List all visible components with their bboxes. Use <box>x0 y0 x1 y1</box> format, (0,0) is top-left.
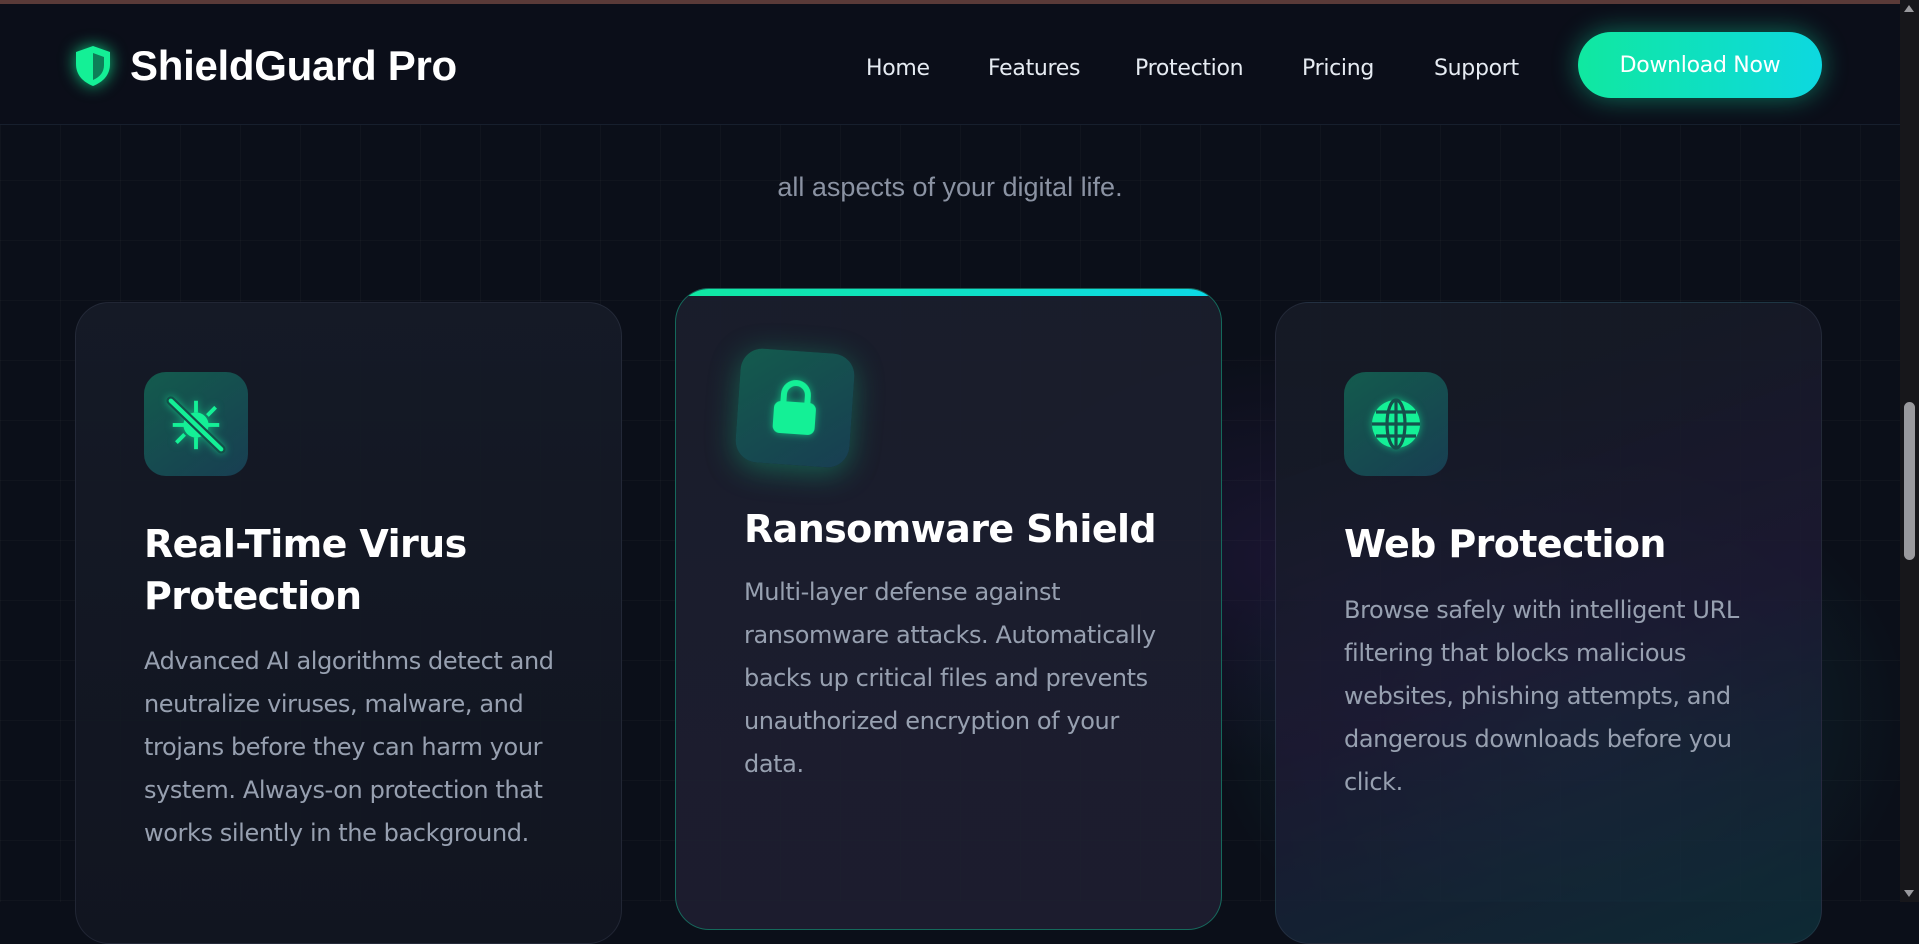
card-accent-bar <box>676 289 1221 296</box>
section-subtitle: all aspects of your digital life. <box>777 172 1123 202</box>
card-title: Ransomware Shield <box>744 507 1157 551</box>
scrollbar[interactable] <box>1900 0 1919 902</box>
nav-support[interactable]: Support <box>1434 56 1519 81</box>
scrollbar-thumb[interactable] <box>1904 402 1915 560</box>
feature-card-ransomware: Ransomware Shield Multi-layer defense ag… <box>675 288 1222 930</box>
feature-icon-box <box>1344 372 1448 476</box>
nav-home[interactable]: Home <box>866 56 930 81</box>
feature-icon-box <box>734 347 856 469</box>
scroll-up-arrow-icon[interactable] <box>1904 5 1914 12</box>
nav-features[interactable]: Features <box>988 56 1081 81</box>
feature-icon-box <box>144 372 248 476</box>
lock-icon <box>772 380 816 435</box>
feature-card-web: Web Protection Browse safely with intell… <box>1275 302 1822 944</box>
card-description: Advanced AI algorithms detect and neutra… <box>144 647 554 847</box>
nav-protection[interactable]: Protection <box>1135 56 1244 81</box>
card-description: Browse safely with intelligent URL filte… <box>1344 596 1739 796</box>
card-title: Web Protection <box>1344 522 1666 566</box>
virus-slash-icon <box>166 396 226 454</box>
globe-icon <box>1372 398 1420 450</box>
download-now-button[interactable]: Download Now <box>1578 32 1822 98</box>
card-title: Real-Time Virus Protection <box>144 522 467 618</box>
nav-pricing[interactable]: Pricing <box>1302 56 1374 81</box>
site-header: ShieldGuard Pro Home Features Protection… <box>0 4 1900 125</box>
card-description: Multi-layer defense against ransomware a… <box>744 578 1156 778</box>
feature-card-virus: Real-Time Virus Protection Advanced AI a… <box>75 302 622 944</box>
scroll-down-arrow-icon[interactable] <box>1904 890 1914 897</box>
